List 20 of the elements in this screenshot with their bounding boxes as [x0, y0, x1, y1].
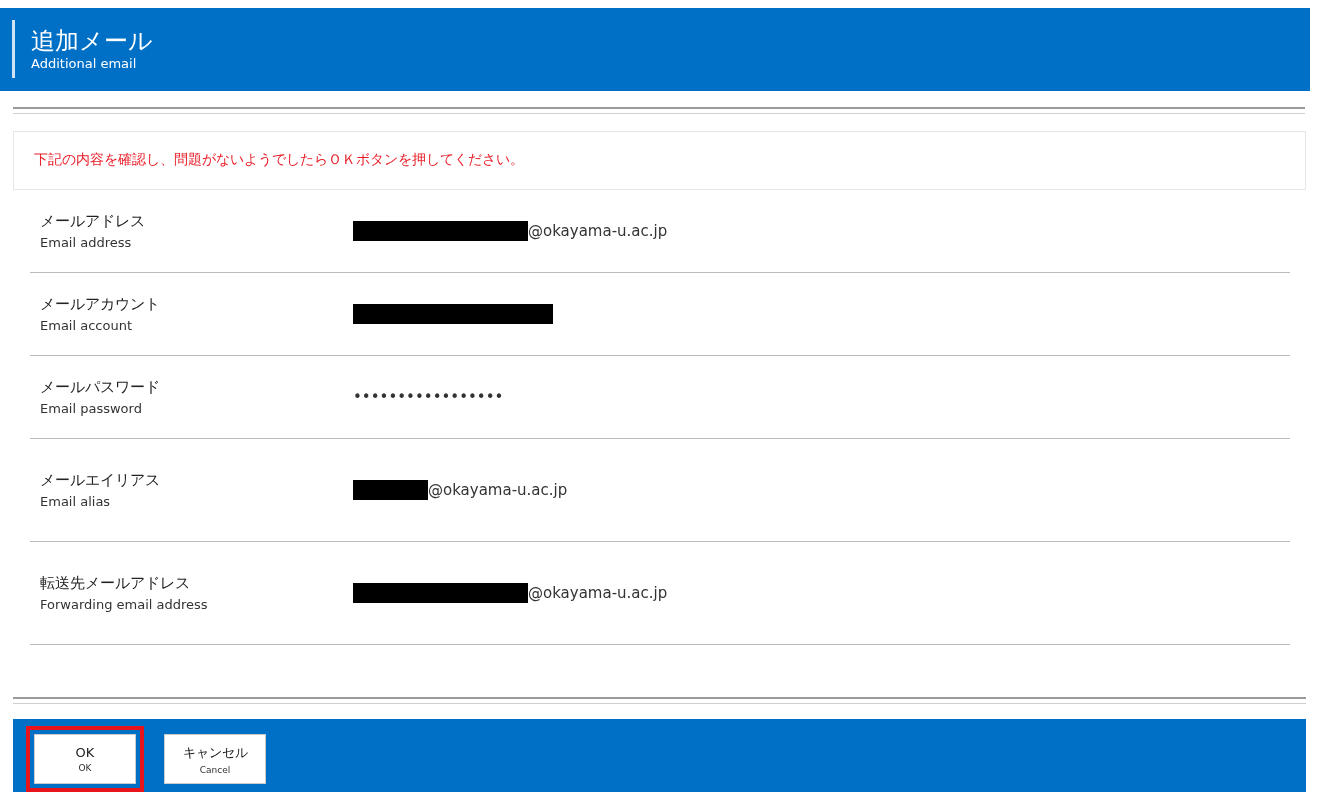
- dialog-button[interactable]: OK OK: [34, 734, 136, 784]
- field-sublabel: Email account: [40, 318, 133, 334]
- field-label: メールアドレス: [40, 212, 146, 232]
- confirmation-message: 下記の内容を確認し、問題がないようでしたらＯＫボタンを押してください。: [34, 151, 524, 170]
- field-sublabel: Email address: [40, 235, 133, 251]
- accent-bar: [12, 20, 15, 79]
- field-value: @okayama-u.ac.jp: [528, 584, 668, 603]
- field-label: メールアカウント: [40, 295, 161, 315]
- field-label: メールパスワード: [40, 378, 161, 398]
- field-value: @okayama-u.ac.jp: [428, 481, 568, 500]
- field-label: 転送先メールアドレス: [40, 574, 191, 594]
- field-value: •••••••••••••••••: [353, 388, 504, 407]
- field-sublabel: Email password: [40, 401, 143, 417]
- dialog-button[interactable]: キャンセル Cancel: [164, 734, 266, 784]
- field-label: メールエイリアス: [40, 471, 161, 491]
- page-subtitle: Additional email: [31, 56, 138, 73]
- field-sublabel: Email alias: [40, 494, 112, 510]
- field-value: @okayama-u.ac.jp: [528, 222, 668, 241]
- page-title: 追加メール: [31, 26, 153, 57]
- field-sublabel: Forwarding email address: [40, 597, 209, 613]
